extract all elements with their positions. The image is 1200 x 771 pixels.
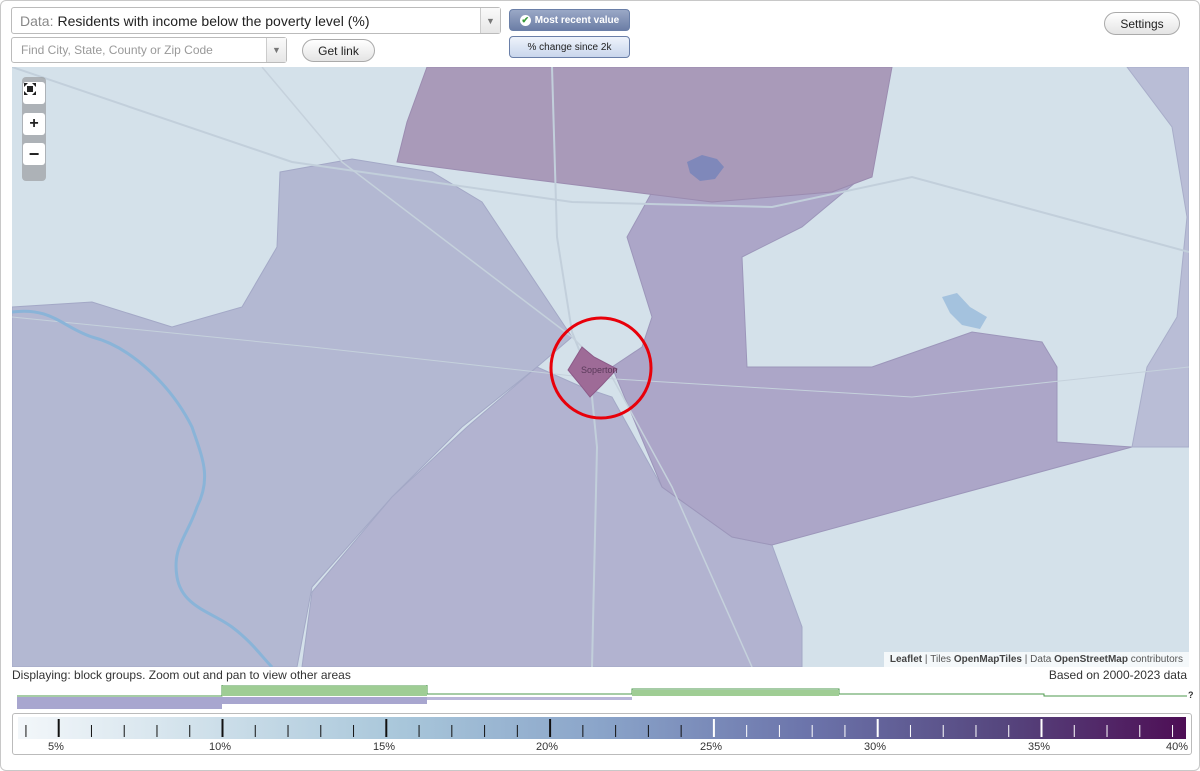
legend-label: 20% [535,741,559,753]
search-input[interactable] [12,38,262,62]
histogram-bar [17,697,222,709]
histogram-bar [632,690,839,696]
attribution-sep: | [924,654,928,665]
openstreetmap-link[interactable]: OpenStreetMap [1054,654,1128,665]
map-attribution: Leaflet | Tiles OpenMapTiles | Data Open… [883,652,1189,667]
pct-change-toggle[interactable]: % change since 2k [509,36,630,58]
zoom-in-button[interactable]: + [23,113,45,135]
legend-label: 10% [208,741,232,753]
fullscreen-icon[interactable] [23,82,45,104]
data-value: Residents with income below the poverty … [57,12,370,29]
leaflet-link[interactable]: Leaflet [890,654,922,665]
chevron-down-icon[interactable]: ▼ [266,38,286,62]
based-on-text: Based on 2000-2023 data [1048,668,1187,682]
histogram-bar [427,697,632,700]
attribution-sep: | [1024,654,1028,665]
zoom-out-button[interactable]: − [23,143,45,165]
attribution-suffix: contributors [1130,654,1183,665]
location-search[interactable]: ▼ [11,37,287,63]
legend-label: 5% [48,741,64,753]
histogram-bar [222,686,427,696]
histogram [17,685,1187,709]
legend-label: 30% [863,741,887,753]
data-prefix: Data [1030,654,1052,665]
legend-label: 35% [1027,741,1051,753]
zoom-controls: + − [22,77,46,181]
displaying-text: Displaying: block groups. Zoom out and p… [12,668,351,682]
openmaptiles-link[interactable]: OpenMapTiles [954,654,1022,665]
histogram-line [17,685,1187,697]
help-icon[interactable]: ? [1188,690,1194,700]
check-icon: ✔ [519,14,531,26]
data-select[interactable]: Data: Residents with income below the po… [11,7,501,34]
tiles-prefix: Tiles [930,654,952,665]
data-prefix: Data: [20,12,54,29]
map-view[interactable]: Soperton + − Leaflet | Tiles OpenMapTile… [12,67,1189,667]
chevron-down-icon[interactable]: ▼ [480,8,500,33]
settings-button[interactable]: Settings [1104,12,1180,35]
get-link-button[interactable]: Get link [302,39,375,62]
color-legend: 5% 10% 15% 20% 25% 30% 35% 40% [12,713,1192,755]
legend-ticks [25,719,1174,737]
town-label: Soperton [581,365,618,375]
legend-label: 40% [1165,741,1189,753]
most-recent-label: Most recent value [534,14,620,26]
histogram-bar [222,697,427,704]
most-recent-toggle[interactable]: ✔ Most recent value [509,9,630,31]
legend-label: 25% [699,741,723,753]
legend-label: 15% [372,741,396,753]
